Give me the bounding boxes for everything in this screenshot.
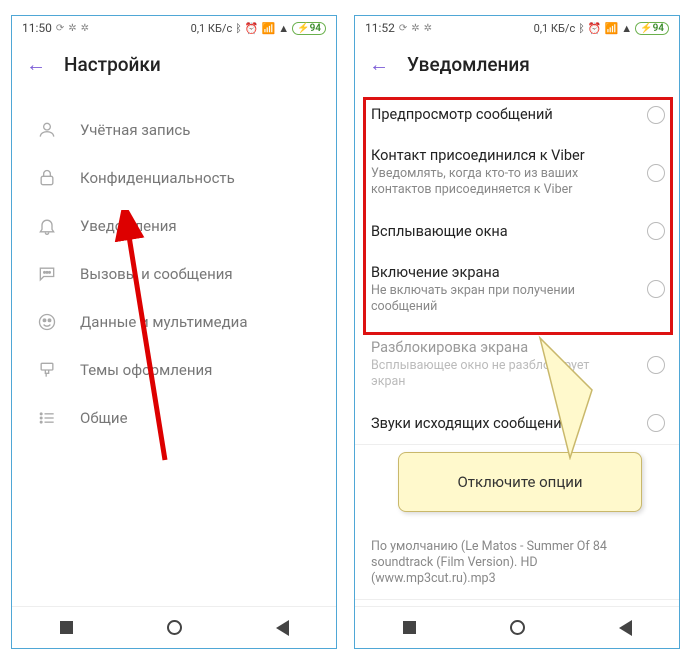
gear-icon: ✲ bbox=[411, 23, 419, 34]
phone-right: 11:52 ⟳ ✲ ✲ 0,1 КБ/с ᛒ ⏰ 📶 ▲ ⚡94 ← Уведо… bbox=[354, 15, 680, 649]
gear-icon: ✲ bbox=[424, 23, 432, 34]
nav-back-button[interactable] bbox=[274, 620, 290, 636]
app-header: ← Уведомления bbox=[355, 40, 679, 88]
wifi-icon: ▲ bbox=[278, 22, 289, 35]
notif-title: Включение экрана bbox=[371, 264, 627, 281]
settings-item-themes[interactable]: Темы оформления bbox=[12, 346, 336, 394]
settings-list: Учётная запись Конфиденциальность Уведом… bbox=[12, 88, 336, 442]
radio-icon[interactable] bbox=[647, 164, 665, 182]
clock: 11:50 bbox=[22, 21, 52, 35]
settings-item-notifications[interactable]: Уведомления bbox=[12, 202, 336, 250]
gear-icon: ✲ bbox=[68, 23, 76, 34]
wifi-icon: ▲ bbox=[621, 22, 632, 35]
battery-indicator: ⚡94 bbox=[292, 22, 326, 35]
notif-title: Звуки исходящих сообщений bbox=[371, 415, 627, 432]
notifications-list: Предпросмотр сообщений Контакт присоедин… bbox=[355, 88, 679, 641]
media-icon bbox=[36, 311, 58, 333]
lock-icon bbox=[36, 167, 58, 189]
alarm-icon: ⏰ bbox=[245, 22, 259, 35]
sync-icon: ⟳ bbox=[56, 23, 64, 34]
android-navbar bbox=[12, 606, 336, 648]
sync-icon: ⟳ bbox=[399, 23, 407, 34]
chat-icon bbox=[36, 263, 58, 285]
bluetooth-icon: ᛒ bbox=[578, 22, 585, 35]
clock: 11:52 bbox=[365, 21, 395, 35]
radio-icon[interactable] bbox=[647, 106, 665, 124]
back-arrow-icon[interactable]: ← bbox=[369, 52, 389, 77]
phone-left: 11:50 ⟳ ✲ ✲ 0,1 КБ/с ᛒ ⏰ 📶 ▲ ⚡94 ← Настр… bbox=[11, 15, 337, 649]
alarm-icon: ⏰ bbox=[588, 22, 602, 35]
notif-title: Контакт присоединился к Viber bbox=[371, 147, 627, 164]
battery-indicator: ⚡94 bbox=[635, 22, 669, 35]
notif-item-preview[interactable]: Предпросмотр сообщений bbox=[355, 94, 679, 135]
notif-title: Предпросмотр сообщений bbox=[371, 106, 627, 123]
nav-back-button[interactable] bbox=[617, 620, 633, 636]
notif-item-screen-on[interactable]: Включение экрана Не включать экран при п… bbox=[355, 252, 679, 328]
settings-item-calls[interactable]: Вызовы и сообщения bbox=[12, 250, 336, 298]
radio-icon[interactable] bbox=[647, 280, 665, 298]
settings-label: Учётная запись bbox=[80, 121, 190, 139]
bluetooth-icon: ᛒ bbox=[235, 22, 242, 35]
radio-icon[interactable] bbox=[647, 356, 665, 374]
notif-title: Всплывающие окна bbox=[371, 223, 627, 240]
back-arrow-icon[interactable]: ← bbox=[26, 52, 46, 77]
notif-subtitle: Уведомлять, когда кто-то из ваших контак… bbox=[371, 166, 627, 199]
data-rate: 0,1 КБ/с bbox=[191, 22, 233, 35]
app-header: ← Настройки bbox=[12, 40, 336, 88]
status-bar: 11:50 ⟳ ✲ ✲ 0,1 КБ/с ᛒ ⏰ 📶 ▲ ⚡94 bbox=[12, 16, 336, 40]
list-icon bbox=[36, 407, 58, 429]
signal-icon: 📶 bbox=[605, 22, 619, 35]
settings-label: Общие bbox=[80, 409, 128, 427]
radio-icon[interactable] bbox=[647, 414, 665, 432]
notif-item-contact-joined[interactable]: Контакт присоединился к Viber Уведомлять… bbox=[355, 135, 679, 211]
settings-label: Вызовы и сообщения bbox=[80, 265, 233, 283]
notif-subtitle: Не включать экран при получении сообщени… bbox=[371, 283, 627, 316]
settings-item-privacy[interactable]: Конфиденциальность bbox=[12, 154, 336, 202]
data-rate: 0,1 КБ/с bbox=[534, 22, 576, 35]
notif-subtitle: Всплывающее окно не разблокирует экран bbox=[371, 358, 627, 391]
signal-icon: 📶 bbox=[262, 22, 276, 35]
settings-label: Данные и мультимедиа bbox=[80, 313, 247, 331]
notif-title: Разблокировка экрана bbox=[371, 339, 627, 356]
radio-icon[interactable] bbox=[647, 222, 665, 240]
bell-icon bbox=[36, 215, 58, 237]
settings-label: Конфиденциальность bbox=[80, 169, 235, 187]
brush-icon bbox=[36, 359, 58, 381]
nav-home-button[interactable] bbox=[166, 620, 182, 636]
android-navbar bbox=[355, 606, 679, 648]
settings-label: Уведомления bbox=[80, 217, 177, 235]
settings-label: Темы оформления bbox=[80, 361, 212, 379]
user-icon bbox=[36, 119, 58, 141]
settings-item-account[interactable]: Учётная запись bbox=[12, 106, 336, 154]
page-title: Настройки bbox=[64, 53, 161, 76]
status-bar: 11:52 ⟳ ✲ ✲ 0,1 КБ/с ᛒ ⏰ 📶 ▲ ⚡94 bbox=[355, 16, 679, 40]
nav-recent-button[interactable] bbox=[401, 620, 417, 636]
gear-icon: ✲ bbox=[81, 23, 89, 34]
notif-subtitle: По умолчанию (Le Matos - Summer Of 84 so… bbox=[371, 539, 627, 588]
notif-item-outgoing-sounds[interactable]: Звуки исходящих сообщений bbox=[355, 403, 679, 444]
page-title: Уведомления bbox=[407, 53, 530, 76]
settings-item-media[interactable]: Данные и мультимедиа bbox=[12, 298, 336, 346]
annotation-callout: Отключите опции bbox=[398, 452, 642, 512]
notif-item-ringtone[interactable]: По умолчанию (Le Matos - Summer Of 84 so… bbox=[355, 539, 679, 600]
settings-item-general[interactable]: Общие bbox=[12, 394, 336, 442]
nav-home-button[interactable] bbox=[509, 620, 525, 636]
notif-item-popups[interactable]: Всплывающие окна bbox=[355, 211, 679, 252]
notif-item-unlock[interactable]: Разблокировка экрана Всплывающее окно не… bbox=[355, 327, 679, 403]
nav-recent-button[interactable] bbox=[58, 620, 74, 636]
callout-text: Отключите опции bbox=[457, 473, 582, 491]
